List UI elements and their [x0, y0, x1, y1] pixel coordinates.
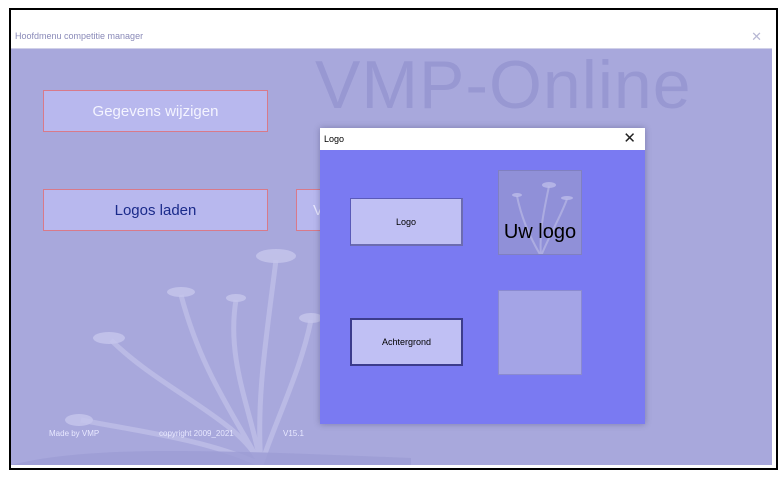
brand-watermark: VMP-Online: [315, 47, 692, 123]
achtergrond-button[interactable]: Achtergrond: [350, 318, 463, 366]
logos-laden-button[interactable]: Logos laden: [43, 189, 268, 231]
gegevens-wijzigen-button[interactable]: Gegevens wijzigen: [43, 90, 268, 132]
dialog-close-icon[interactable]: ✕: [623, 129, 636, 147]
dialog-title: Logo: [324, 134, 345, 144]
background-preview[interactable]: [498, 290, 582, 375]
main-window-title: Hoofdmenu competitie manager: [15, 31, 144, 41]
logo-dialog: Logo ✕ Logo Achtergrond Uw logo: [320, 128, 645, 424]
copyright-label: copyright 2009_2021: [159, 429, 234, 438]
made-by-label: Made by VMP: [49, 429, 100, 438]
version-label: V15.1: [283, 429, 304, 438]
logo-preview[interactable]: Uw logo: [498, 170, 582, 255]
logo-button[interactable]: Logo: [350, 198, 463, 246]
dialog-titlebar: Logo ✕: [320, 128, 645, 150]
logo-preview-text: Uw logo: [503, 221, 577, 243]
main-close-icon[interactable]: ✕: [751, 29, 762, 45]
